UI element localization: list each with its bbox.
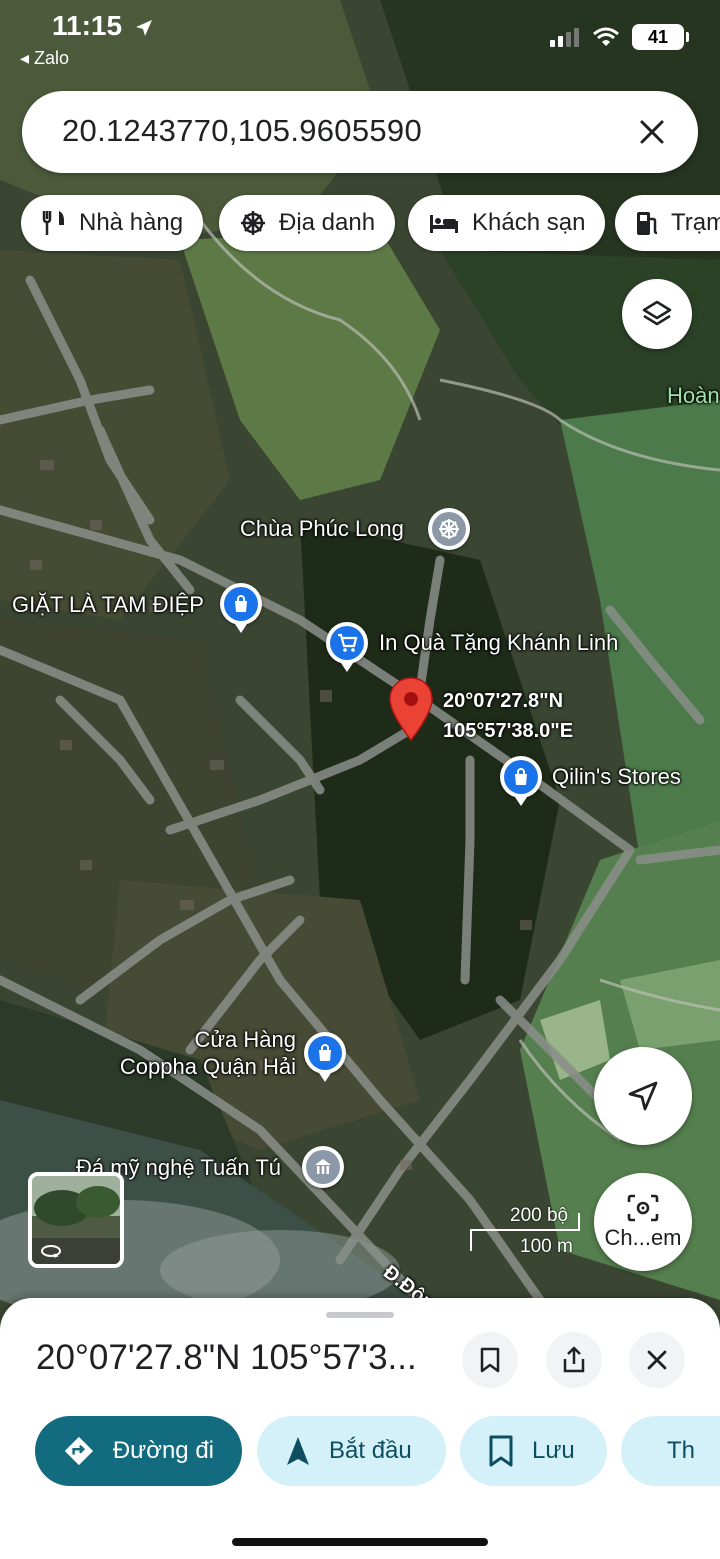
shopping-cart-icon	[330, 626, 364, 660]
action-label: Lưu	[532, 1437, 575, 1464]
action-label: Bắt đầu	[329, 1437, 412, 1464]
sheet-drag-handle[interactable]	[326, 1312, 394, 1318]
search-bar[interactable]: 20.1243770,105.9605590	[22, 91, 698, 173]
navigation-arrow-icon	[628, 1081, 658, 1111]
poi-giat-la-tam-diep[interactable]	[220, 583, 262, 633]
location-arrow-icon	[135, 19, 152, 36]
shopping-bag-icon	[504, 760, 538, 794]
lens-label: Ch...em	[604, 1225, 682, 1250]
poi-label-chua-phuc-long[interactable]: Chùa Phúc Long	[240, 517, 404, 540]
bookmark-icon	[480, 1347, 500, 1373]
chip-label: Trạm	[671, 209, 720, 236]
category-chips: Nhà hàng Địa danh Khách sạn Trạm	[21, 195, 720, 251]
status-time: 11:15	[52, 10, 154, 42]
chip-gas-stations[interactable]: Trạm	[615, 195, 720, 251]
action-label: Đường đi	[112, 1437, 214, 1464]
status-bar: 11:15 ◂ Zalo 41	[0, 0, 720, 80]
chip-hotels[interactable]: Khách sạn	[408, 195, 606, 251]
shopping-bag-icon	[224, 587, 258, 621]
museum-icon	[306, 1150, 340, 1184]
back-to-app-link[interactable]: ◂ Zalo	[20, 48, 69, 69]
home-indicator[interactable]	[232, 1538, 488, 1546]
chip-label: Nhà hàng	[79, 209, 184, 236]
place-bottom-sheet[interactable]: 20°07'27.8"N 105°57'3... Đường đi Bắt đầ…	[0, 1298, 720, 1559]
close-icon	[640, 120, 664, 144]
close-sheet-button[interactable]	[629, 1332, 685, 1388]
scale-metric: 100 m	[520, 1236, 573, 1257]
battery-indicator: 41	[632, 24, 689, 50]
share-button[interactable]	[546, 1332, 602, 1388]
action-label: Th	[667, 1437, 696, 1464]
pin-latitude: 20°07'27.8"N	[443, 690, 564, 712]
area-label: Hoàn	[667, 383, 720, 408]
pin-coordinates: 20°07'27.8"N 105°57'38.0"E	[443, 686, 573, 746]
poi-label-in-qua-tang-khanh-linh[interactable]: In Quà Tặng Khánh Linh	[379, 631, 618, 654]
poi-qilins-stores[interactable]	[500, 756, 542, 806]
lens-search-button[interactable]: Ch...em	[594, 1173, 692, 1271]
navigation-arrow-icon	[287, 1437, 309, 1465]
status-indicators: 41	[550, 24, 689, 50]
poi-in-qua-tang-khanh-linh[interactable]	[326, 622, 368, 672]
camera-search-icon	[627, 1194, 659, 1222]
layers-button[interactable]	[622, 279, 692, 349]
cellular-signal-icon	[550, 28, 579, 47]
temple-icon	[432, 512, 466, 546]
my-location-button[interactable]	[594, 1047, 692, 1145]
scale-imperial: 200 bộ	[510, 1205, 569, 1226]
dropped-pin-marker[interactable]	[388, 676, 434, 742]
poi-label-cua-hang-coppha[interactable]: Cửa Hàng Coppha Quận Hải	[100, 1028, 296, 1078]
save-place-button[interactable]	[462, 1332, 518, 1388]
bookmark-icon	[489, 1435, 513, 1467]
poi-label-giat-la-tam-diep[interactable]: GIẶT LÀ TAM ĐIỆP	[12, 593, 204, 616]
start-button[interactable]: Bắt đầu	[257, 1416, 446, 1486]
close-icon	[647, 1350, 667, 1370]
share-icon	[563, 1346, 585, 1373]
directions-icon	[64, 1436, 94, 1466]
action-buttons: Đường đi Bắt đầu Lưu Th	[0, 1416, 720, 1486]
poi-cua-hang-coppha[interactable]	[304, 1032, 346, 1082]
clear-search-button[interactable]	[628, 108, 676, 156]
map-scale: 200 bộ 100 m	[470, 1205, 580, 1257]
save-button[interactable]: Lưu	[460, 1416, 607, 1486]
chip-restaurants[interactable]: Nhà hàng	[21, 195, 204, 251]
chip-label: Địa danh	[279, 209, 376, 236]
chip-label: Khách sạn	[472, 209, 586, 236]
shopping-bag-icon	[308, 1036, 342, 1070]
landmark-icon	[241, 211, 265, 235]
place-title: 20°07'27.8"N 105°57'3...	[36, 1338, 417, 1377]
poi-chua-phuc-long[interactable]	[428, 508, 470, 550]
poi-label-line2: Coppha Quận Hải	[119, 1054, 296, 1080]
poi-label-qilins-stores[interactable]: Qilin's Stores	[552, 765, 681, 788]
wifi-icon	[593, 27, 619, 46]
layers-icon	[642, 300, 672, 326]
restaurant-icon	[42, 211, 64, 235]
chip-landmarks[interactable]: Địa danh	[219, 195, 396, 251]
search-input[interactable]: 20.1243770,105.9605590	[62, 113, 422, 149]
poi-da-my-nghe[interactable]	[302, 1146, 344, 1188]
rotate-360-icon	[40, 1244, 62, 1258]
poi-label-line1: Cửa Hàng	[194, 1027, 296, 1052]
gas-station-icon	[637, 212, 658, 235]
hotel-icon	[430, 215, 458, 233]
directions-button[interactable]: Đường đi	[35, 1416, 242, 1486]
pin-longitude: 105°57'38.0"E	[443, 720, 574, 742]
label-button[interactable]: Th	[621, 1416, 720, 1486]
street-view-thumbnail[interactable]	[28, 1172, 124, 1268]
